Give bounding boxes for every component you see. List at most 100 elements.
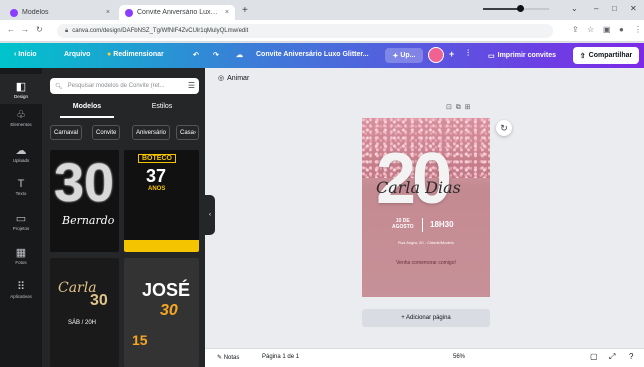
add-page-button[interactable]: + Adicionar página bbox=[362, 309, 490, 327]
notes-button[interactable]: ✎ Notas bbox=[217, 354, 239, 361]
add-page-icon[interactable]: ⊞ bbox=[465, 104, 471, 111]
minimize-button[interactable]: – bbox=[594, 4, 598, 13]
rail-item-text[interactable]: T Texto bbox=[0, 178, 42, 196]
share-button[interactable]: ⇧ Compartilhar bbox=[573, 47, 639, 64]
close-tab-icon[interactable]: × bbox=[225, 9, 229, 16]
sidepanel-icon[interactable]: ▣ bbox=[603, 25, 611, 34]
close-window-button[interactable]: ✕ bbox=[630, 4, 637, 13]
upgrade-button[interactable]: ✦ Up... bbox=[385, 48, 423, 63]
screen: Modelos × Convite Aniversário Luxo Glitt… bbox=[0, 0, 644, 367]
menu-dots-icon[interactable]: ⋮ bbox=[634, 25, 642, 34]
address-bar[interactable]: 🔒︎ canva.com/design/DAFbNSZ_Tg/WfNlF4ZvC… bbox=[57, 24, 553, 38]
home-button[interactable]: ‹ Início bbox=[14, 51, 37, 58]
share-page-icon[interactable]: ⇪ bbox=[572, 25, 579, 34]
avatar[interactable] bbox=[428, 47, 444, 63]
notes-label: Notas bbox=[223, 355, 240, 361]
category-chips: Carnaval Convite Aniversário Casa › bbox=[50, 125, 205, 141]
insights-chart-icon[interactable]: ⫶ bbox=[467, 48, 469, 59]
bookmark-star-icon[interactable]: ☆ bbox=[587, 25, 594, 34]
grid-view-icon[interactable]: ▢ bbox=[590, 352, 598, 361]
thumb-number: 30 bbox=[54, 153, 115, 213]
folder-icon: ▭ bbox=[15, 213, 27, 225]
resize-button[interactable]: ● Redimensionar bbox=[107, 51, 164, 58]
rail-label: Elementos bbox=[10, 122, 32, 127]
zoom-slider-knob[interactable] bbox=[517, 5, 524, 12]
redo-icon[interactable]: ↷ bbox=[213, 51, 219, 59]
rail-label: Aplicativos bbox=[10, 294, 32, 299]
file-menu-button[interactable]: Arquivo bbox=[64, 51, 90, 58]
design-page[interactable]: 20 Carla Dias 10 DE AGOSTO 18H30 Rua Ang… bbox=[362, 118, 490, 297]
template-thumbnail[interactable]: JOSÉ 30 15 bbox=[124, 258, 199, 367]
animate-button[interactable]: ◎ Animar bbox=[218, 74, 250, 83]
refresh-icon[interactable]: ↻ bbox=[496, 120, 512, 136]
zoom-slider[interactable] bbox=[483, 5, 549, 12]
design-note[interactable]: Venha comemorar comigo! bbox=[362, 260, 490, 266]
duplicate-page-icon[interactable]: ⧉ bbox=[456, 104, 461, 111]
browser-tab-convite[interactable]: Convite Aniversário Luxo Glitter × bbox=[119, 5, 235, 20]
animate-label: Animar bbox=[227, 74, 250, 82]
fullscreen-icon[interactable]: ⤢ bbox=[609, 352, 615, 362]
tab-title: Modelos bbox=[22, 9, 49, 16]
lock-icon[interactable]: ⊡ bbox=[446, 104, 452, 111]
document-title[interactable]: Convite Aniversário Luxo Glitter... bbox=[256, 51, 369, 58]
thumb-name: JOSÉ bbox=[142, 280, 191, 300]
rail-item-uploads[interactable]: ☁ Uploads bbox=[0, 144, 42, 163]
design-name[interactable]: Carla Dias bbox=[376, 178, 461, 197]
maximize-button[interactable]: □ bbox=[612, 4, 617, 13]
upload-cloud-icon: ☁ bbox=[15, 145, 27, 157]
help-icon[interactable]: ? bbox=[629, 352, 633, 361]
profile-icon[interactable]: ● bbox=[619, 25, 624, 34]
collapse-panel-button[interactable]: ‹ bbox=[205, 195, 215, 235]
canva-favicon-icon bbox=[10, 8, 18, 17]
rail-item-design[interactable]: ◧ Design bbox=[0, 74, 42, 104]
template-thumbnail[interactable]: Carla 30 SÁB / 20H bbox=[50, 258, 119, 367]
photo-icon: ▦ bbox=[15, 247, 27, 259]
panel-tabs: Modelos Estilos bbox=[50, 101, 199, 118]
rail-item-elements[interactable]: ♧ Elementos bbox=[0, 108, 42, 127]
active-tab-indicator bbox=[60, 116, 114, 118]
zoom-level[interactable]: 56% bbox=[453, 354, 465, 360]
tab-modelos[interactable]: Modelos bbox=[50, 103, 124, 110]
search-input[interactable]: 🔍︎ Pesquisar modelos de Convite (ret... … bbox=[50, 78, 199, 94]
chip-aniversario[interactable]: Aniversário bbox=[132, 125, 171, 140]
chevron-right-icon[interactable]: › bbox=[194, 130, 196, 136]
chip-convite[interactable]: Convite bbox=[92, 125, 121, 140]
template-thumbnail[interactable]: BOTECO 37 ANOS bbox=[124, 150, 199, 252]
design-time[interactable]: 18H30 bbox=[430, 220, 454, 229]
page-indicator[interactable]: Página 1 de 1 bbox=[262, 354, 299, 360]
browser-tabbar: Modelos × Convite Aniversário Luxo Glitt… bbox=[0, 0, 644, 20]
browser-tab-modelos[interactable]: Modelos × bbox=[4, 5, 116, 20]
undo-icon[interactable]: ↶ bbox=[193, 51, 199, 59]
forward-arrow-icon[interactable]: → bbox=[21, 25, 29, 34]
rail-label: Projetos bbox=[12, 226, 30, 231]
browser-toolbar: ← → ↻ 🔒︎ canva.com/design/DAFbNSZ_Tg/WfN… bbox=[0, 20, 644, 42]
print-icon: ▭ bbox=[488, 52, 495, 60]
tab-estilos[interactable]: Estilos bbox=[125, 103, 199, 110]
add-collaborator-button[interactable]: + bbox=[449, 49, 454, 59]
rail-item-projects[interactable]: ▭ Projetos bbox=[0, 212, 42, 231]
print-invitations-button[interactable]: ▭ Imprimir convites bbox=[488, 48, 556, 63]
rail-item-apps[interactable]: ⠿ Aplicativos bbox=[0, 280, 42, 299]
thumb-number: 30 bbox=[90, 292, 108, 309]
chip-casa[interactable]: Casa › bbox=[176, 125, 199, 140]
share-label: Compartilhar bbox=[588, 52, 633, 59]
new-tab-button[interactable]: + bbox=[242, 5, 248, 16]
search-placeholder: Pesquisar modelos de Convite (ret... bbox=[67, 83, 165, 89]
design-address[interactable]: Rua Angra, 00 - Cidade/Modelo bbox=[362, 240, 490, 245]
reload-icon[interactable]: ↻ bbox=[36, 25, 43, 34]
canva-topbar: ‹ Início Arquivo ● Redimensionar ↶ ↷ ☁ C… bbox=[0, 43, 644, 68]
filter-icon[interactable]: ☰ bbox=[188, 81, 195, 90]
chip-carnaval[interactable]: Carnaval bbox=[50, 125, 83, 140]
rail-item-photos[interactable]: ▦ Fotos bbox=[0, 246, 42, 265]
back-arrow-icon[interactable]: ← bbox=[7, 25, 15, 34]
tab-search-icon[interactable]: ⌄ bbox=[571, 4, 578, 13]
zoom-slider-fill bbox=[483, 8, 520, 10]
close-tab-icon[interactable]: × bbox=[106, 9, 110, 16]
thumb-sub: SÁB / 20H bbox=[68, 320, 97, 326]
design-date[interactable]: 10 DE AGOSTO bbox=[392, 218, 414, 230]
tab-title: Convite Aniversário Luxo Glitter bbox=[137, 9, 221, 16]
template-thumbnail[interactable]: 30 Bernardo bbox=[50, 150, 119, 252]
sparkle-icon: ✦ bbox=[392, 52, 399, 60]
notes-icon: ✎ bbox=[217, 355, 223, 361]
text-icon: T bbox=[17, 178, 25, 190]
